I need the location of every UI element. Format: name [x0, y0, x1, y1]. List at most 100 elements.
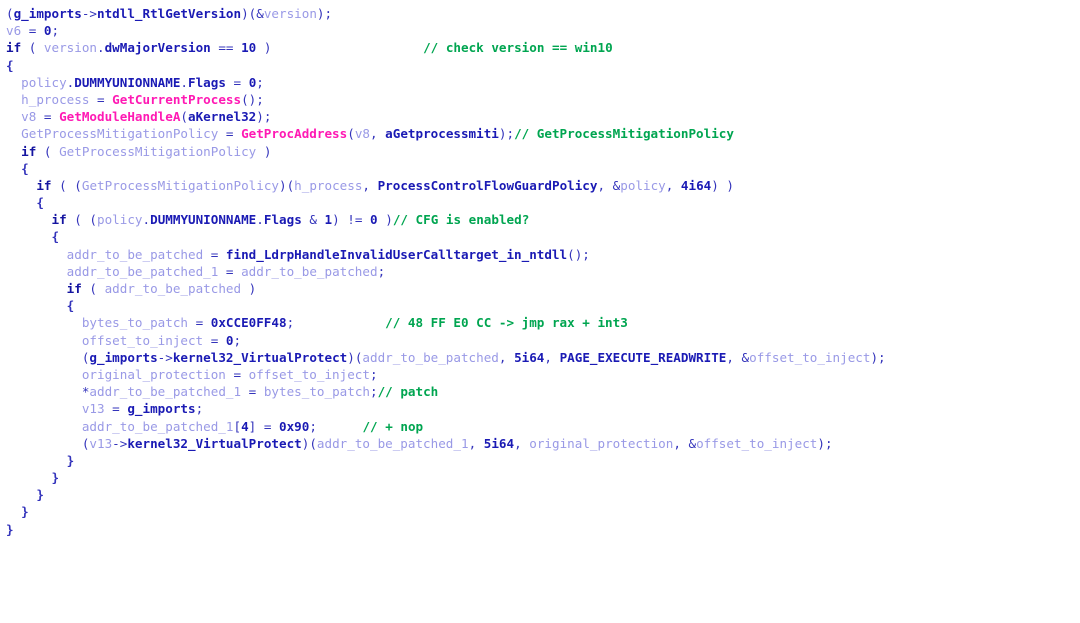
- token-number[interactable]: 0: [226, 333, 234, 348]
- code-line[interactable]: if ( GetProcessMitigationPolicy ): [0, 143, 1080, 160]
- token-global-or-member[interactable]: DUMMYUNIONNAME: [150, 212, 256, 227]
- token-number[interactable]: 4: [241, 419, 249, 434]
- token-local-variable[interactable]: version: [264, 6, 317, 21]
- token-local-variable[interactable]: addr_to_be_patched: [67, 247, 203, 262]
- token-local-variable[interactable]: v13: [82, 401, 105, 416]
- code-line[interactable]: v6 = 0;: [0, 22, 1080, 39]
- token-local-variable[interactable]: GetProcessMitigationPolicy: [82, 178, 279, 193]
- code-line[interactable]: {: [0, 228, 1080, 245]
- code-line[interactable]: original_protection = offset_to_inject;: [0, 366, 1080, 383]
- token-local-variable[interactable]: h_process: [294, 178, 362, 193]
- token-global-or-member[interactable]: g_imports: [14, 6, 82, 21]
- code-line[interactable]: {: [0, 297, 1080, 314]
- token-keyword[interactable]: if: [67, 281, 82, 296]
- code-line[interactable]: (g_imports->ntdll_RtlGetVersion)(&versio…: [0, 5, 1080, 22]
- token-local-variable[interactable]: addr_to_be_patched_1: [89, 384, 241, 399]
- token-global-or-member[interactable]: g_imports: [127, 401, 195, 416]
- code-line[interactable]: {: [0, 160, 1080, 177]
- token-global-or-member[interactable]: DUMMYUNIONNAME: [74, 75, 180, 90]
- token-global-or-member[interactable]: ntdll_RtlGetVersion: [97, 6, 241, 21]
- code-line[interactable]: v13 = g_imports;: [0, 400, 1080, 417]
- token-local-variable[interactable]: addr_to_be_patched_1: [67, 264, 219, 279]
- token-local-variable[interactable]: GetProcessMitigationPolicy: [21, 126, 218, 141]
- token-local-variable[interactable]: addr_to_be_patched: [362, 350, 498, 365]
- token-number[interactable]: 1: [325, 212, 333, 227]
- token-number[interactable]: 0: [44, 23, 52, 38]
- token-comment[interactable]: // CFG is enabled?: [393, 212, 529, 227]
- token-winapi-function[interactable]: GetCurrentProcess: [112, 92, 241, 107]
- token-local-variable[interactable]: version: [44, 40, 97, 55]
- token-local-variable[interactable]: v13: [89, 436, 112, 451]
- code-line[interactable]: v8 = GetModuleHandleA(aKernel32);: [0, 108, 1080, 125]
- token-local-variable[interactable]: v8: [355, 126, 370, 141]
- code-line[interactable]: if ( version.dwMajorVersion == 10 ) // c…: [0, 39, 1080, 56]
- token-keyword[interactable]: if: [6, 40, 21, 55]
- code-line[interactable]: policy.DUMMYUNIONNAME.Flags = 0;: [0, 74, 1080, 91]
- token-comment[interactable]: // patch: [378, 384, 439, 399]
- token-constant[interactable]: PAGE_EXECUTE_READWRITE: [560, 350, 727, 365]
- token-number[interactable]: 5i64: [514, 350, 544, 365]
- token-local-variable[interactable]: original_protection: [82, 367, 226, 382]
- code-line[interactable]: }: [0, 503, 1080, 520]
- token-local-variable[interactable]: addr_to_be_patched_1: [317, 436, 469, 451]
- token-number[interactable]: 5i64: [484, 436, 514, 451]
- token-comment[interactable]: // GetProcessMitigationPolicy: [514, 126, 734, 141]
- token-local-variable[interactable]: addr_to_be_patched: [241, 264, 377, 279]
- code-line[interactable]: *addr_to_be_patched_1 = bytes_to_patch;/…: [0, 383, 1080, 400]
- code-line[interactable]: }: [0, 486, 1080, 503]
- token-winapi-function[interactable]: GetModuleHandleA: [59, 109, 180, 124]
- code-line[interactable]: addr_to_be_patched_1[4] = 0x90; // + nop: [0, 418, 1080, 435]
- token-local-variable[interactable]: offset_to_inject: [696, 436, 817, 451]
- token-number[interactable]: 0x90: [279, 419, 309, 434]
- token-local-variable[interactable]: v8: [21, 109, 36, 124]
- token-global-or-member[interactable]: Flags: [264, 212, 302, 227]
- code-line[interactable]: (g_imports->kernel32_VirtualProtect)(add…: [0, 349, 1080, 366]
- token-keyword[interactable]: if: [52, 212, 67, 227]
- pseudocode-view[interactable]: (g_imports->ntdll_RtlGetVersion)(&versio…: [0, 0, 1080, 623]
- code-line[interactable]: bytes_to_patch = 0xCCE0FF48; // 48 FF E0…: [0, 314, 1080, 331]
- token-local-variable[interactable]: original_protection: [529, 436, 673, 451]
- code-line[interactable]: if ( (policy.DUMMYUNIONNAME.Flags & 1) !…: [0, 211, 1080, 228]
- token-number[interactable]: 0xCCE0FF48: [211, 315, 287, 330]
- token-local-variable[interactable]: v6: [6, 23, 21, 38]
- token-local-variable[interactable]: addr_to_be_patched_1: [82, 419, 234, 434]
- token-global-or-member[interactable]: Flags: [188, 75, 226, 90]
- token-comment[interactable]: // check version == win10: [423, 40, 613, 55]
- token-local-variable[interactable]: offset_to_inject: [749, 350, 870, 365]
- token-local-variable[interactable]: policy: [620, 178, 666, 193]
- token-global-or-member[interactable]: kernel32_VirtualProtect: [127, 436, 301, 451]
- code-line[interactable]: offset_to_inject = 0;: [0, 332, 1080, 349]
- token-local-variable[interactable]: bytes_to_patch: [82, 315, 188, 330]
- token-local-variable[interactable]: addr_to_be_patched: [105, 281, 241, 296]
- token-keyword[interactable]: if: [36, 178, 51, 193]
- code-line[interactable]: }: [0, 452, 1080, 469]
- token-local-variable[interactable]: bytes_to_patch: [264, 384, 370, 399]
- code-line[interactable]: h_process = GetCurrentProcess();: [0, 91, 1080, 108]
- token-local-variable[interactable]: GetProcessMitigationPolicy: [59, 144, 256, 159]
- token-string-ref[interactable]: aKernel32: [188, 109, 256, 124]
- token-global-or-member[interactable]: kernel32_VirtualProtect: [173, 350, 347, 365]
- token-constant[interactable]: ProcessControlFlowGuardPolicy: [378, 178, 598, 193]
- token-number[interactable]: 10: [241, 40, 256, 55]
- code-line[interactable]: if ( (GetProcessMitigationPolicy)(h_proc…: [0, 177, 1080, 194]
- token-number[interactable]: 4i64: [681, 178, 711, 193]
- token-local-variable[interactable]: policy: [21, 75, 67, 90]
- token-keyword[interactable]: if: [21, 144, 36, 159]
- token-local-variable[interactable]: h_process: [21, 92, 89, 107]
- token-local-variable[interactable]: policy: [97, 212, 143, 227]
- token-global-or-member[interactable]: g_imports: [89, 350, 157, 365]
- token-local-function[interactable]: find_LdrpHandleInvalidUserCalltarget_in_…: [226, 247, 567, 262]
- code-line[interactable]: (v13->kernel32_VirtualProtect)(addr_to_b…: [0, 435, 1080, 452]
- token-comment[interactable]: // 48 FF E0 CC -> jmp rax + int3: [385, 315, 628, 330]
- token-global-or-member[interactable]: dwMajorVersion: [105, 40, 211, 55]
- code-line[interactable]: }: [0, 521, 1080, 538]
- code-line[interactable]: {: [0, 57, 1080, 74]
- code-line[interactable]: if ( addr_to_be_patched ): [0, 280, 1080, 297]
- code-line[interactable]: }: [0, 469, 1080, 486]
- code-line[interactable]: addr_to_be_patched_1 = addr_to_be_patche…: [0, 263, 1080, 280]
- code-line[interactable]: GetProcessMitigationPolicy = GetProcAddr…: [0, 125, 1080, 142]
- token-local-variable[interactable]: offset_to_inject: [249, 367, 370, 382]
- token-winapi-function[interactable]: GetProcAddress: [241, 126, 347, 141]
- token-comment[interactable]: // + nop: [362, 419, 423, 434]
- code-line[interactable]: addr_to_be_patched = find_LdrpHandleInva…: [0, 246, 1080, 263]
